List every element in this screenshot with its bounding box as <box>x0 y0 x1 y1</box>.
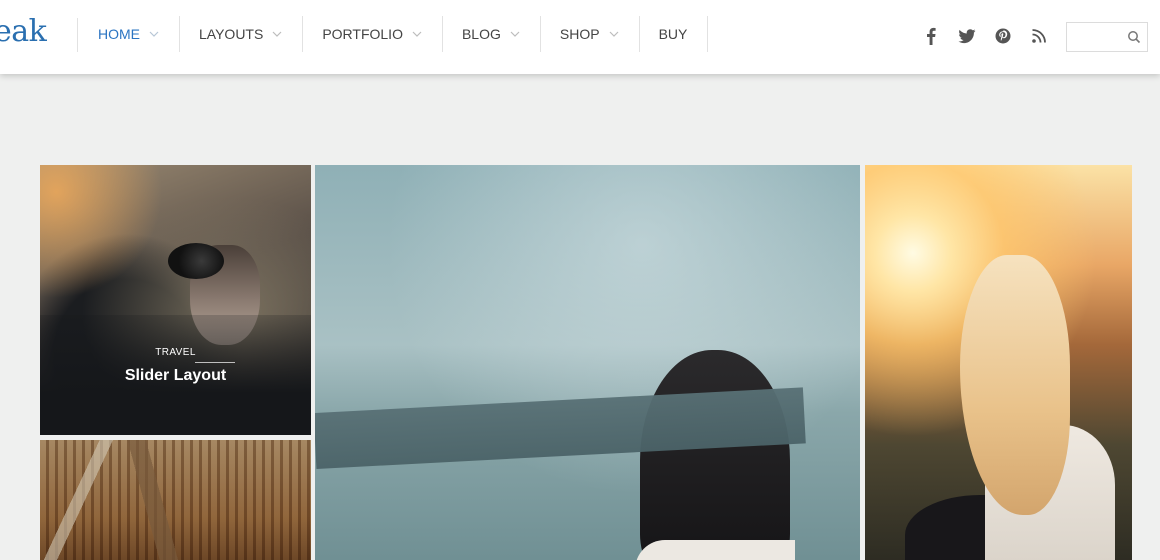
twitter-icon[interactable] <box>956 24 978 48</box>
nav-item-label: LAYOUTS <box>199 26 264 42</box>
chevron-down-icon <box>609 31 618 37</box>
search-input[interactable] <box>1067 23 1127 51</box>
gallery-tile-city[interactable] <box>40 440 311 560</box>
gallery-tile-featured[interactable] <box>315 165 860 560</box>
chevron-down-icon <box>149 31 159 37</box>
nav-item-buy[interactable]: BUY <box>638 16 708 52</box>
photo-subject <box>960 255 1070 515</box>
nav-item-label: BUY <box>658 26 688 42</box>
tile-title[interactable]: Slider Layout <box>40 367 311 385</box>
site-header: eak HOME LAYOUTS PORTFOLIO BLOG SHOP BUY <box>0 0 1160 74</box>
main-nav: HOME LAYOUTS PORTFOLIO BLOG SHOP BUY <box>78 16 709 52</box>
search-box <box>1066 22 1148 52</box>
site-logo[interactable]: eak <box>0 14 47 49</box>
nav-item-label: HOME <box>98 26 140 42</box>
nav-item-home[interactable]: HOME <box>78 16 179 52</box>
nav-divider <box>707 16 709 52</box>
chevron-down-icon <box>412 31 422 37</box>
chevron-down-icon <box>272 31 282 37</box>
rss-icon[interactable] <box>1028 24 1050 48</box>
pinterest-icon[interactable] <box>992 24 1014 48</box>
gallery-tile-sunset[interactable] <box>865 165 1132 560</box>
nav-item-blog[interactable]: BLOG <box>441 16 540 52</box>
search-icon[interactable] <box>1127 30 1141 44</box>
nav-item-label: SHOP <box>559 26 600 42</box>
nav-item-label: BLOG <box>461 26 501 42</box>
nav-item-label: PORTFOLIO <box>322 26 403 42</box>
tile-divider <box>195 362 235 363</box>
nav-item-portfolio[interactable]: PORTFOLIO <box>302 16 442 52</box>
photo-subject <box>640 350 790 560</box>
photo-detail <box>168 243 224 279</box>
photo-detail <box>635 540 795 560</box>
social-links <box>920 24 1050 48</box>
chevron-down-icon <box>510 31 520 37</box>
nav-item-layouts[interactable]: LAYOUTS <box>179 16 302 52</box>
tile-category[interactable]: TRAVEL <box>40 347 311 358</box>
facebook-icon[interactable] <box>920 24 942 48</box>
nav-item-shop[interactable]: SHOP <box>539 16 639 52</box>
gallery-tile-travel[interactable]: TRAVEL Slider Layout <box>40 165 311 435</box>
